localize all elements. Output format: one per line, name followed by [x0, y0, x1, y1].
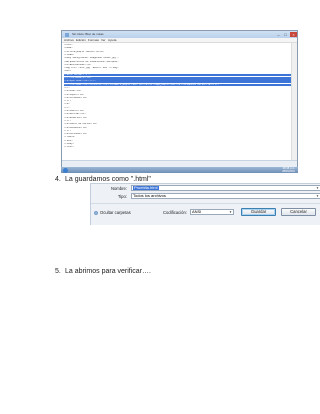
name-label: Nombre:: [110, 186, 127, 191]
notepad-menubar: Archivo Edición Formato Ver Ayuda: [62, 38, 297, 43]
menu-formato[interactable]: Formato: [88, 38, 99, 43]
hide-folders-label: Ocultar carpetas: [100, 210, 131, 215]
step-5-text: La abrimos para verificar….: [65, 268, 151, 275]
chevron-down-icon[interactable]: ▼: [316, 194, 319, 198]
step-4: 4. La guardamos como ".html": [55, 176, 151, 183]
file-name-input[interactable]: Pruebita.html ▼: [131, 185, 320, 191]
code-line: <head>: [64, 47, 73, 50]
code-line: <td>Pablo de Maria</td>: [64, 123, 97, 126]
step-5: 5. La abrimos para verificar….: [55, 268, 151, 275]
dialog-separator: [91, 203, 320, 204]
start-icon[interactable]: [63, 167, 68, 173]
code-line: <td>: [64, 103, 70, 106]
code-line: <marquee>Fotos de vacaciones</marquee>: [64, 60, 119, 63]
windows-taskbar: 08:38 p.m. 28/09/2011: [61, 167, 298, 173]
notepad-text-area[interactable]: <html> <head> <title>Ejemplo tabla</title>…: [64, 44, 291, 162]
menu-ver[interactable]: Ver: [101, 38, 106, 43]
hide-folders-toggle[interactable]: ˄ Ocultar carpetas: [94, 210, 131, 215]
encoding-select[interactable]: ANSI ▼: [190, 209, 234, 215]
notepad-statusbar: [62, 160, 297, 167]
taskbar-date: 28/09/2011: [282, 170, 295, 173]
notepad-scrollbar[interactable]: [291, 43, 297, 161]
step-4-text: La guardamos como ".html": [65, 176, 151, 183]
code-line: <table border="1">: [64, 73, 291, 77]
save-dialog: Nombre: Pruebita.html ▼ Tipo: Todos los …: [90, 183, 320, 225]
code-line: <td>Lopez</td>: [64, 93, 85, 96]
code-line: </head>: [64, 53, 75, 56]
step-4-number: 4.: [55, 176, 61, 183]
step-5-number: 5.: [55, 268, 61, 275]
code-line: <td>Apellido</td></tr>: [64, 80, 291, 83]
code-line: <td>Córdoba</td>: [64, 96, 87, 99]
menu-ayuda[interactable]: Ayuda: [108, 38, 116, 43]
taskbar-clock: 08:38 p.m. 28/09/2011: [282, 167, 295, 173]
file-type-select[interactable]: Todos los archivos ▼: [131, 193, 320, 199]
minimize-icon[interactable]: –: [275, 32, 282, 37]
chevron-down-icon[interactable]: ▼: [316, 186, 319, 190]
notepad-app-icon: [65, 32, 69, 37]
maximize-icon[interactable]: □: [282, 32, 289, 37]
code-line: <td>Garcia</td>: [64, 113, 86, 116]
file-name-value: Pruebita.html: [133, 185, 159, 190]
code-line: <h1>Bienvenido</h1>: [64, 63, 92, 66]
code-line: <td>Pedro</td>: [64, 110, 85, 112]
menu-edicion[interactable]: Edición: [76, 38, 86, 43]
code-line: <body background="imagenes/fondo.jpg">: [64, 57, 119, 60]
menu-archivo[interactable]: Archivo: [64, 38, 74, 43]
chevron-down-icon[interactable]: ▼: [229, 210, 232, 214]
notepad-screenshot: Sin título: Bloc de notas – □ × Archivo …: [61, 30, 298, 168]
chevron-up-icon: ˄: [94, 210, 98, 215]
code-line: </tr>: [64, 119, 72, 122]
encoding-label: Codificación:: [163, 210, 187, 215]
code-line: <html>: [64, 44, 73, 46]
code-line: </table>: [64, 136, 76, 139]
code-line: </html>: [64, 146, 75, 149]
code-line: <tr><td>Juan</td><td>Perez</td><td>www.e…: [64, 83, 291, 87]
code-line: <img src="foto.jpg" width="200"></img>: [64, 67, 119, 70]
code-line: <tr>: [64, 106, 70, 109]
code-line: </tr>: [64, 100, 72, 103]
notepad-title: Sin título: Bloc de notas: [72, 32, 104, 36]
code-line: <tr>: [64, 86, 70, 89]
code-line: <td>Rosario</td>: [64, 116, 87, 119]
type-label: Tipo:: [117, 194, 127, 199]
code-line: <tr><td>Nombre</td>: [64, 77, 291, 80]
file-type-value: Todos los archivos: [133, 193, 166, 198]
notepad-titlebar: Sin título: Bloc de notas – □ ×: [62, 31, 297, 38]
code-line: <td>Mariana</td>: [64, 133, 87, 136]
code-line: <title>Ejemplo tabla</title>: [64, 50, 105, 53]
code-line: </body>: [64, 143, 75, 145]
code-line: <div>: [64, 70, 72, 73]
code-line: </tr>: [64, 129, 72, 132]
save-button[interactable]: Guardar: [241, 208, 276, 216]
code-line: </div>: [64, 139, 73, 142]
encoding-value: ANSI: [192, 209, 202, 214]
close-icon[interactable]: ×: [290, 32, 297, 37]
cancel-button[interactable]: Cancelar: [281, 208, 316, 216]
code-line: <td>Ana</td>: [64, 90, 82, 93]
code-line: <td>Mendoza</td>: [64, 126, 87, 129]
